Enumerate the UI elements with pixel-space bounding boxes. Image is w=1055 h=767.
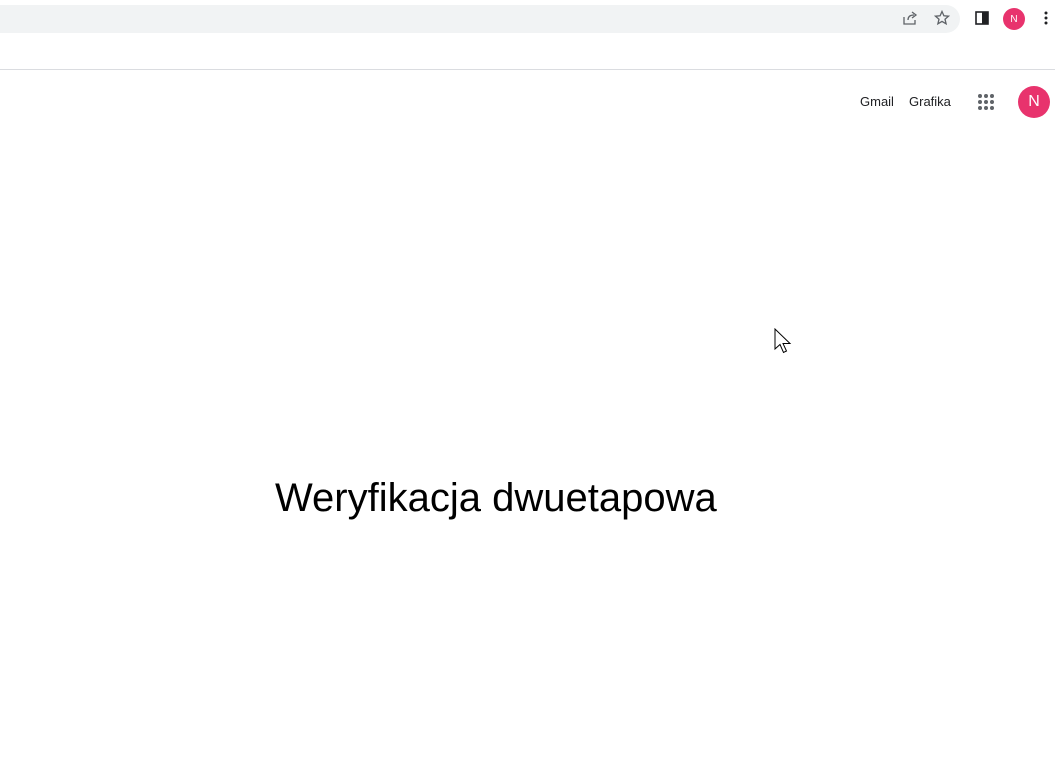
mouse-cursor-icon	[774, 327, 794, 361]
account-avatar[interactable]: N	[1018, 86, 1050, 118]
images-link[interactable]: Grafika	[909, 94, 951, 110]
star-icon[interactable]	[932, 8, 952, 28]
browser-toolbar: N	[0, 0, 1055, 36]
page-title: Weryfikacja dwuetapowa	[275, 476, 717, 520]
more-vert-icon[interactable]	[1036, 8, 1055, 28]
page: N Gmail Grafika N Weryfikacja dwuetapowa	[0, 0, 1055, 767]
gmail-link[interactable]: Gmail	[860, 94, 894, 110]
share-icon[interactable]	[900, 8, 920, 28]
bookmarks-bar	[0, 36, 1055, 70]
google-header: Gmail Grafika N	[0, 70, 1055, 134]
side-panel-icon[interactable]	[972, 8, 992, 28]
profile-avatar[interactable]: N	[1003, 8, 1025, 30]
address-bar[interactable]	[0, 5, 960, 33]
apps-grid-icon[interactable]	[970, 86, 1002, 118]
